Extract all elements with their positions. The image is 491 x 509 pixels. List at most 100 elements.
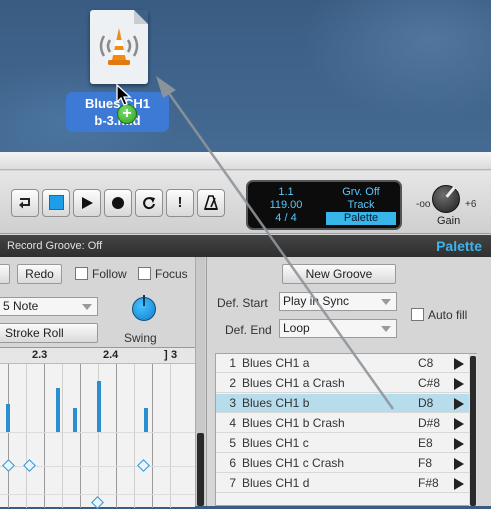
undo-button[interactable]	[0, 264, 10, 284]
groove-number: 1	[229, 356, 236, 370]
groove-key: C8	[418, 356, 434, 370]
groove-row[interactable]: 4 Blues CH1 b Crash D#8	[216, 414, 478, 433]
play-button[interactable]	[73, 189, 101, 217]
gain-label: Gain	[437, 215, 461, 227]
play-triangle-icon[interactable]	[454, 478, 464, 490]
focus-checkbox[interactable]: Focus	[138, 267, 188, 281]
focus-check-box	[138, 267, 151, 280]
loop-arrow-icon	[19, 198, 30, 209]
play-triangle-icon[interactable]	[454, 378, 464, 390]
note-length-value: 5 Note	[3, 299, 39, 313]
ruler-tick-label: 2.3	[32, 349, 48, 361]
follow-check-box	[75, 267, 88, 280]
record-button[interactable]	[104, 189, 132, 217]
groove-number: 3	[229, 396, 236, 410]
lcd-groove-status: Grv. Off	[342, 186, 380, 198]
play-triangle-icon[interactable]	[454, 418, 464, 430]
play-triangle-icon[interactable]	[454, 358, 464, 370]
redo-button[interactable]: Redo	[17, 264, 62, 284]
editor-vertical-scrollbar[interactable]	[195, 257, 205, 506]
scrollbar-thumb[interactable]	[197, 433, 204, 506]
metronome-icon	[203, 195, 219, 210]
groove-app-window: ! 1.1 119.00 4 / 4 Grv. Off Track Palett…	[0, 152, 491, 509]
groove-row[interactable]: 5 Blues CH1 c E8	[216, 434, 478, 453]
lcd-meter[interactable]: 4 / 4	[254, 212, 318, 225]
groove-row[interactable]: 2 Blues CH1 a Crash C#8	[216, 374, 478, 393]
chevron-down-icon	[82, 304, 92, 310]
groove-name: Blues CH1 d	[242, 476, 310, 490]
record-icon	[112, 197, 124, 209]
groove-list-scrollbar[interactable]	[469, 354, 477, 506]
note-marker[interactable]	[137, 459, 150, 472]
play-triangle-icon[interactable]	[454, 458, 464, 470]
grid-line	[116, 364, 117, 508]
note-grid[interactable]: 2.3 2.4 ] 3	[0, 347, 195, 509]
gain-knob[interactable]	[432, 185, 460, 213]
scrollbar-thumb[interactable]	[470, 356, 476, 506]
stop-button[interactable]	[42, 189, 70, 217]
lcd-tempo[interactable]: 119.00	[254, 199, 318, 212]
grid-line	[80, 364, 81, 508]
groove-key: C#8	[418, 376, 441, 390]
lcd-mode-track[interactable]: Track	[326, 199, 396, 212]
groove-name: Blues CH1 a Crash	[242, 376, 345, 390]
status-bar: Record Groove: Off Palette	[0, 235, 491, 257]
groove-row[interactable]: 1 Blues CH1 a C8	[216, 354, 478, 373]
gain-min-label: -oo	[416, 199, 431, 210]
copy-plus-badge: +	[117, 104, 137, 124]
auto-fill-checkbox[interactable]: Auto fill	[411, 308, 467, 322]
groove-list: 1 Blues CH1 a C8 2 Blues CH1 a Crash C#8…	[215, 353, 478, 506]
grid-row-line	[0, 494, 195, 495]
chevron-down-icon	[381, 326, 391, 332]
stop-square-icon	[48, 195, 64, 210]
groove-key: E8	[418, 436, 433, 450]
velocity-bar[interactable]	[73, 408, 77, 432]
lcd-mode-palette[interactable]: Palette	[326, 212, 396, 225]
groove-name: Blues CH1 a	[242, 356, 310, 370]
lcd-position: 1.1	[278, 186, 294, 198]
alert-button[interactable]: !	[166, 189, 194, 217]
groove-number: 4	[229, 416, 236, 430]
swing-knob-indicator	[143, 295, 145, 306]
velocity-bar[interactable]	[56, 388, 60, 432]
groove-row-selected[interactable]: 3 Blues CH1 b D8	[216, 394, 478, 413]
refresh-icon	[143, 197, 155, 210]
groove-number: 6	[229, 456, 236, 470]
stroke-roll-button[interactable]: Stroke Roll	[0, 323, 98, 343]
groove-key: F8	[418, 456, 433, 470]
def-start-select[interactable]: Play in Sync	[279, 292, 397, 311]
note-marker[interactable]	[2, 459, 15, 472]
play-triangle-icon[interactable]	[454, 398, 464, 410]
follow-checkbox[interactable]: Follow	[75, 267, 127, 281]
velocity-bar[interactable]	[6, 404, 10, 432]
palette-title: Palette	[436, 238, 482, 254]
grid-line	[134, 364, 135, 508]
groove-name: Blues CH1 c Crash	[242, 456, 345, 470]
groove-number: 7	[229, 476, 236, 490]
lcd-right-column: Grv. Off Track Palette	[326, 186, 396, 225]
groove-key: D#8	[418, 416, 441, 430]
refresh-button[interactable]	[135, 189, 163, 217]
def-end-value: Loop	[283, 321, 310, 335]
def-end-select[interactable]: Loop	[279, 319, 397, 338]
desktop-glow	[300, 0, 491, 120]
desktop-background: Blues CH1 b-3.mid +	[0, 0, 491, 152]
groove-row[interactable]: 7 Blues CH1 d F#8	[216, 474, 478, 493]
velocity-bar[interactable]	[144, 408, 148, 432]
grid-line	[44, 364, 45, 508]
groove-number: 2	[229, 376, 236, 390]
loop-button[interactable]	[11, 189, 39, 217]
note-length-select[interactable]: 5 Note	[0, 297, 98, 316]
auto-fill-check-box	[411, 308, 424, 321]
note-marker[interactable]	[91, 496, 104, 509]
groove-name: Blues CH1 b	[242, 396, 310, 410]
new-groove-button[interactable]: New Groove	[282, 264, 396, 284]
groove-name: Blues CH1 b Crash	[242, 416, 345, 430]
midi-file-icon[interactable]	[90, 10, 148, 84]
metronome-button[interactable]	[197, 189, 225, 217]
beat-ruler: 2.3 2.4 ] 3	[0, 348, 195, 364]
grid-line	[152, 364, 153, 508]
groove-row[interactable]: 6 Blues CH1 c Crash F8	[216, 454, 478, 473]
play-triangle-icon[interactable]	[454, 438, 464, 450]
velocity-bar[interactable]	[97, 381, 101, 432]
